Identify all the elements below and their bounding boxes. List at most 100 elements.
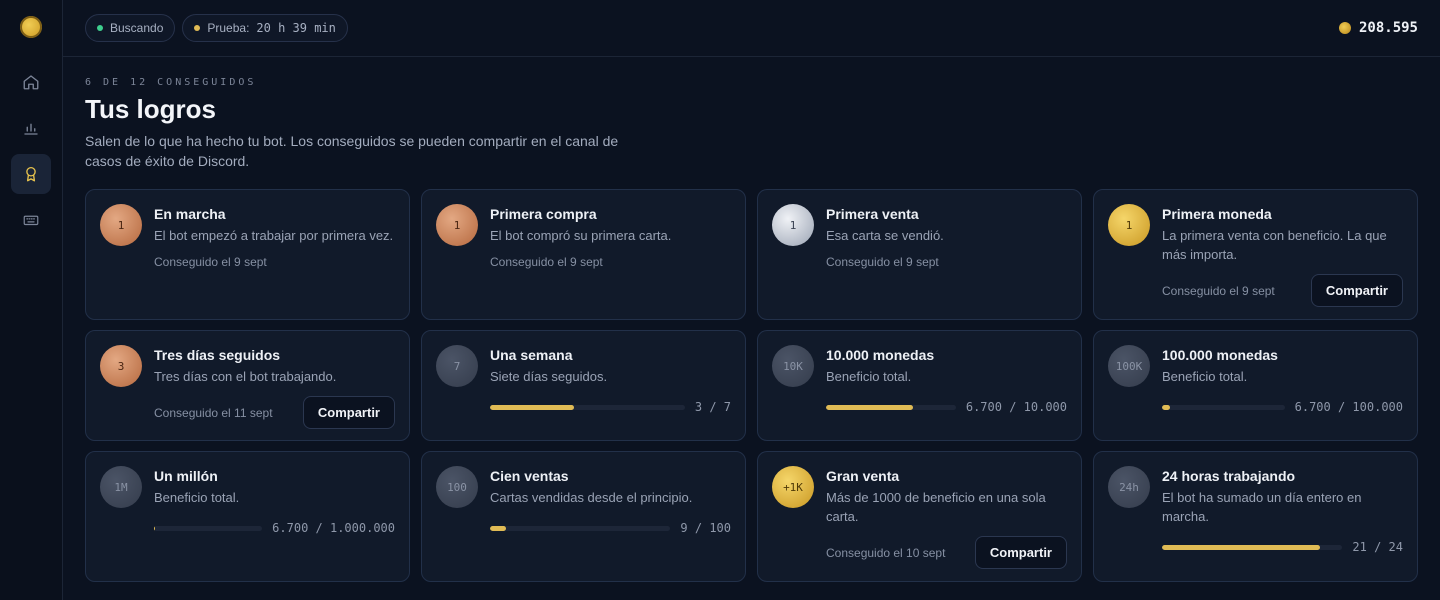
progress-fill (490, 404, 574, 410)
medal-icon: 24h (1108, 466, 1150, 508)
achieved-date: Conseguido el 9 sept (490, 255, 603, 269)
main-area: Buscando Prueba: 20 h 39 min 208.595 6 D… (63, 0, 1440, 600)
medal-icon: 1 (436, 204, 478, 246)
nav-achievements[interactable] (11, 154, 51, 194)
card-title: Un millón (154, 468, 218, 484)
medal-icon: 10K (772, 345, 814, 387)
achievement-card: 24h 24 horas trabajando El bot ha sumado… (1093, 451, 1418, 582)
card-footer: Conseguido el 9 sept (826, 255, 1067, 269)
card-body: Un millón Beneficio total. 6.700 / 1.000… (154, 466, 395, 569)
award-icon (26, 166, 36, 182)
progress-bar (1162, 404, 1285, 410)
medal-icon: 1 (100, 204, 142, 246)
logo-coin-icon[interactable] (20, 16, 42, 38)
card-description: Siete días seguidos. (490, 369, 608, 384)
achievement-card: 1 En marcha El bot empezó a trabajar por… (85, 189, 410, 320)
trial-pill[interactable]: Prueba: 20 h 39 min (182, 14, 348, 42)
card-body: Una semana Siete días seguidos. 3 / 7 (490, 345, 731, 428)
progress-text: 9 / 100 (680, 521, 731, 535)
card-title: 10.000 monedas (826, 347, 935, 363)
card-body: 24 horas trabajando El bot ha sumado un … (1162, 466, 1403, 569)
progress-fill (826, 404, 913, 410)
achievement-card: +1K Gran venta Más de 1000 de beneficio … (757, 451, 1082, 582)
achievement-card: 3 Tres días seguidos Tres días con el bo… (85, 330, 410, 441)
card-body: Primera moneda La primera venta con bene… (1162, 204, 1403, 307)
card-description: Más de 1000 de beneficio en una sola car… (826, 490, 1046, 524)
balance: 208.595 (1338, 20, 1418, 36)
card-body: En marcha El bot empezó a trabajar por p… (154, 204, 395, 307)
progress-text: 3 / 7 (694, 400, 731, 414)
progress-text: 6.700 / 10.000 (965, 400, 1067, 414)
medal-icon: 1 (1108, 204, 1150, 246)
trial-dot-icon (194, 25, 201, 31)
progress-text: 21 / 24 (1352, 540, 1403, 554)
coin-icon (1338, 22, 1351, 34)
card-title: Cien ventas (490, 468, 569, 484)
progress: 6.700 / 1.000.000 (154, 521, 395, 535)
page-title: Tus logros (85, 94, 216, 124)
card-description: El bot ha sumado un día entero en marcha… (1162, 490, 1362, 524)
share-button[interactable]: Compartir (1310, 274, 1403, 307)
achieved-date: Conseguido el 9 sept (826, 255, 939, 269)
progress: 3 / 7 (490, 400, 731, 414)
card-footer: Conseguido el 9 sept Compartir (1162, 274, 1403, 307)
medal-icon: +1K (772, 466, 814, 508)
achievement-card: 7 Una semana Siete días seguidos. 3 / 7 (421, 330, 746, 441)
card-description: El bot compró su primera carta. (490, 228, 672, 243)
achievements-count: 6 DE 12 CONSEGUIDOS (85, 77, 257, 88)
progress-bar (490, 404, 685, 410)
app-root: Buscando Prueba: 20 h 39 min 208.595 6 D… (0, 0, 1440, 600)
achievement-card: 1 Primera venta Esa carta se vendió. Con… (757, 189, 1082, 320)
home-icon (23, 75, 39, 90)
card-description: Beneficio total. (1162, 369, 1248, 384)
card-body: 100.000 monedas Beneficio total. 6.700 /… (1162, 345, 1403, 428)
progress-text: 6.700 / 1.000.000 (272, 521, 395, 535)
card-title: 100.000 monedas (1162, 347, 1278, 363)
share-button[interactable]: Compartir (302, 396, 395, 429)
achievement-card: 1M Un millón Beneficio total. 6.700 / 1.… (85, 451, 410, 582)
card-title: 24 horas trabajando (1162, 468, 1296, 484)
nav-stats[interactable] (11, 108, 51, 148)
card-body: Primera venta Esa carta se vendió. Conse… (826, 204, 1067, 307)
status-label: Buscando (110, 21, 164, 35)
sidebar (0, 0, 63, 600)
achieved-date: Conseguido el 9 sept (154, 255, 267, 269)
topbar: Buscando Prueba: 20 h 39 min 208.595 (63, 0, 1440, 57)
card-description: Cartas vendidas desde el principio. (490, 490, 693, 505)
card-title: Tres días seguidos (154, 347, 281, 363)
progress-fill (1162, 544, 1320, 550)
progress: 9 / 100 (490, 521, 731, 535)
achievement-card: 1 Primera moneda La primera venta con be… (1093, 189, 1418, 320)
card-footer: Conseguido el 9 sept (490, 255, 731, 269)
medal-icon: 1M (100, 466, 142, 508)
card-title: Gran venta (826, 468, 900, 484)
trial-remaining: 20 h 39 min (256, 21, 336, 35)
progress-bar (490, 525, 671, 531)
card-body: Primera compra El bot compró su primera … (490, 204, 731, 307)
card-body: 10.000 monedas Beneficio total. 6.700 / … (826, 345, 1067, 428)
card-body: Gran venta Más de 1000 de beneficio en u… (826, 466, 1067, 569)
progress-bar (1162, 544, 1343, 550)
status-pill[interactable]: Buscando (85, 14, 176, 42)
balance-value: 208.595 (1358, 20, 1418, 36)
nav-keyboard[interactable] (11, 200, 51, 240)
progress-fill (490, 525, 507, 531)
achievement-card: 100 Cien ventas Cartas vendidas desde el… (421, 451, 746, 582)
share-button[interactable]: Compartir (974, 536, 1067, 569)
card-description: Esa carta se vendió. (826, 228, 944, 243)
progress-bar (154, 525, 263, 531)
progress: 6.700 / 100.000 (1162, 400, 1403, 414)
card-description: Tres días con el bot trabajando. (154, 369, 337, 384)
card-footer: Conseguido el 11 sept Compartir (154, 396, 395, 429)
achievement-card: 10K 10.000 monedas Beneficio total. 6.70… (757, 330, 1082, 441)
progress-fill (1162, 404, 1171, 410)
keyboard-icon (23, 215, 39, 226)
achieved-date: Conseguido el 10 sept (826, 545, 946, 560)
card-description: Beneficio total. (826, 369, 912, 384)
card-description: La primera venta con beneficio. La que m… (1162, 228, 1387, 262)
status-pills: Buscando Prueba: 20 h 39 min (85, 14, 348, 42)
achieved-date: Conseguido el 9 sept (1162, 283, 1275, 298)
achieved-date: Conseguido el 11 sept (154, 405, 273, 420)
chart-icon (24, 123, 38, 135)
nav-home[interactable] (11, 62, 51, 102)
